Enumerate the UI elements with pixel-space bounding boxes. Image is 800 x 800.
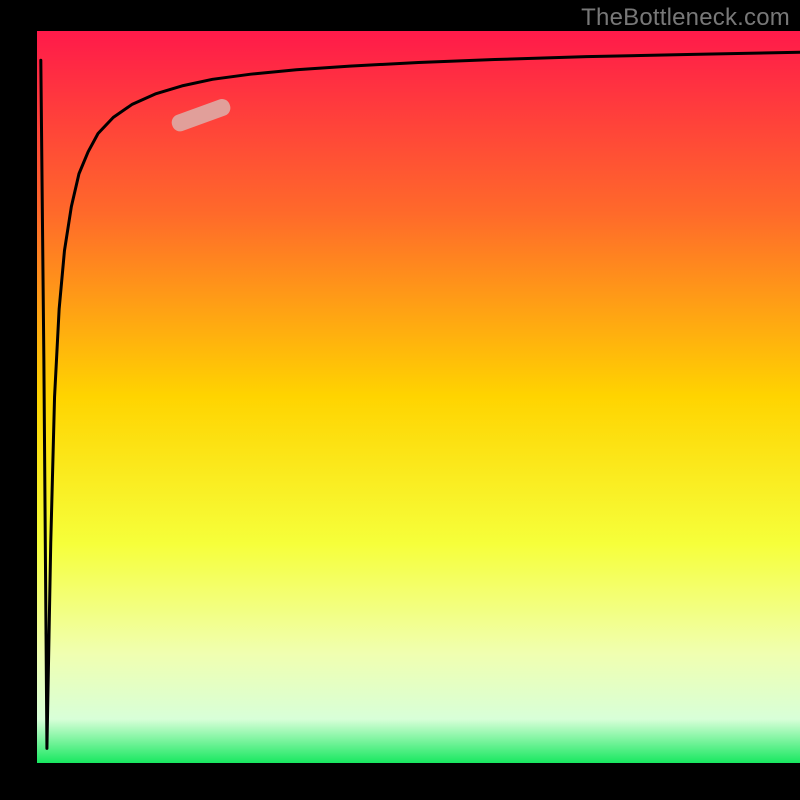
chart-root: { "watermark": "TheBottleneck.com", "cha…	[0, 0, 800, 800]
watermark-label: TheBottleneck.com	[581, 4, 790, 32]
bottleneck-chart	[0, 0, 800, 800]
chart-plot-background	[37, 31, 800, 763]
